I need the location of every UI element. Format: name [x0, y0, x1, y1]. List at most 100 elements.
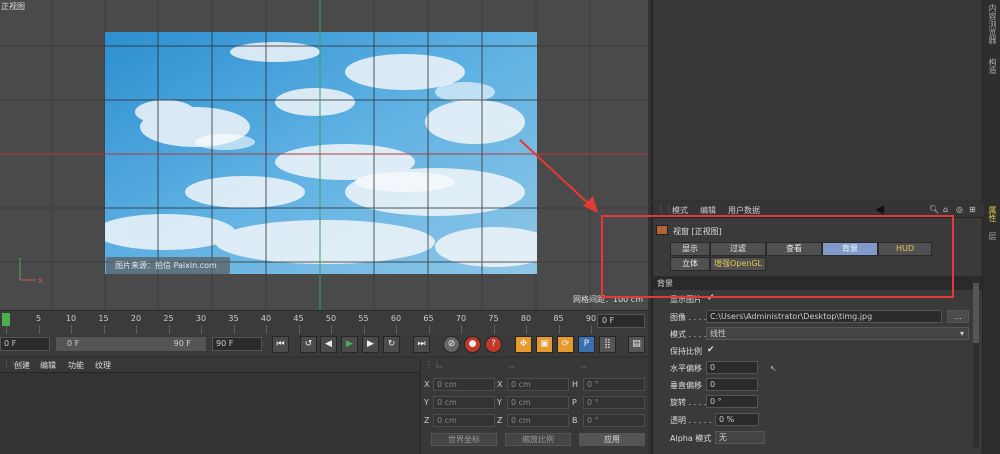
scale-key-button[interactable]: ▣	[536, 336, 553, 353]
record-active-button[interactable]: ●	[464, 336, 481, 353]
timeline-tick-label: 35	[228, 314, 239, 323]
menu-edit[interactable]: 编辑	[40, 360, 56, 371]
timeline-tick-label: 25	[163, 314, 174, 323]
timeline-tick	[331, 325, 332, 334]
timeline-tick	[168, 325, 170, 334]
pos-y-field[interactable]: 0 cm	[433, 396, 495, 409]
tab-view[interactable]: 查看	[766, 242, 822, 256]
viewport-grid-overlay	[0, 0, 648, 310]
scale-mode-dropdown[interactable]: 缩放比例	[505, 433, 571, 446]
alpha-mode-dropdown[interactable]: 无	[715, 431, 765, 444]
alpha-mode-label: Alpha 模式	[670, 434, 712, 443]
pos-z-label: Z	[424, 416, 430, 425]
timeline-ruler[interactable]: 051015202530354045505560657075808590	[0, 310, 648, 334]
coordinates-panel: ⋮⋮ -- -- -- X 0 cm X 0 cm H 0 ° Y 0 cm Y…	[420, 358, 648, 454]
next-key-icon: ↻	[387, 339, 396, 349]
param-key-button[interactable]: P	[578, 336, 595, 353]
scrollbar-thumb[interactable]	[973, 283, 979, 343]
object-manager[interactable]	[651, 0, 982, 200]
viewport-title[interactable]: 正视图	[1, 1, 25, 12]
prev-key-button[interactable]: ↺	[300, 336, 317, 353]
material-area[interactable]	[0, 373, 420, 454]
play-icon: ▶	[346, 339, 353, 349]
tab-structure[interactable]: 构造	[987, 58, 998, 74]
tab-hud[interactable]: HUD	[878, 242, 932, 256]
tab-content-browser[interactable]: 内容浏览器	[987, 4, 998, 44]
rot-p-field[interactable]: 0 °	[583, 396, 645, 409]
new-panel-icon[interactable]: ⊞	[969, 205, 976, 214]
search-icon[interactable]: 🔍︎	[929, 205, 939, 214]
rot-h-label: H	[572, 380, 579, 389]
tab-filter[interactable]: 过滤	[710, 242, 766, 256]
goto-end-button[interactable]: ⏭	[413, 336, 430, 353]
preview-range-slider[interactable]: 0 F 90 F	[56, 337, 206, 351]
rotate-key-button[interactable]: ⟳	[557, 336, 574, 353]
tab-stereo[interactable]: 立体	[670, 257, 710, 271]
next-frame-button[interactable]: ▶	[362, 336, 379, 353]
mode-dropdown[interactable]: 线性 ▾	[706, 327, 969, 340]
menu-create[interactable]: 创建	[14, 360, 30, 371]
tab-layers[interactable]: 层	[987, 232, 998, 240]
size-x-field[interactable]: 0 cm	[507, 378, 569, 391]
front-viewport[interactable]: 正视图 图片来源：拍信 Paixin.com 网格间距：100 cm Y X	[0, 0, 648, 310]
grip-icon: ⋮⋮	[657, 205, 673, 214]
filmstrip-button[interactable]: ▤	[628, 336, 645, 353]
range-end-label: 90 F	[173, 339, 191, 348]
size-y-field[interactable]: 0 cm	[507, 396, 569, 409]
prev-frame-button[interactable]: ◀	[320, 336, 337, 353]
h-offset-field[interactable]: 0	[706, 361, 758, 374]
goto-start-button[interactable]: ⏮	[272, 336, 289, 353]
current-frame-field[interactable]: 0 F	[597, 314, 645, 328]
transport-bar: 0 F 0 F 90 F 90 F ⏮ ↺ ◀ ▶ ▶ ↻ ⏭ ⊘ ● ? ✥ …	[0, 334, 648, 356]
next-frame-icon: ▶	[367, 339, 374, 349]
coord-mode-dropdown[interactable]: 世界坐标	[431, 433, 497, 446]
keep-ratio-checkbox[interactable]: ✔	[707, 345, 715, 355]
size-y-label: Y	[497, 398, 502, 407]
menu-user-data[interactable]: 用户数据	[728, 205, 760, 216]
max-frame-field[interactable]: 90 F	[212, 337, 262, 351]
pos-z-field[interactable]: 0 cm	[433, 414, 495, 427]
rot-h-field[interactable]: 0 °	[583, 378, 645, 391]
autokey-button[interactable]: ?	[485, 336, 502, 353]
menu-texture[interactable]: 纹理	[95, 360, 111, 371]
attributes-scrollbar[interactable]	[973, 277, 979, 447]
pla-key-button[interactable]: ⣿	[599, 336, 616, 353]
rotation-field[interactable]: 0 °	[706, 395, 758, 408]
move-key-button[interactable]: ✥	[515, 336, 532, 353]
browse-button[interactable]: ...	[947, 310, 969, 323]
tab-background[interactable]: 背景	[822, 242, 878, 256]
transparency-field[interactable]: 0 %	[715, 413, 759, 426]
timeline-tick-label: 70	[455, 314, 467, 323]
lock-icon[interactable]: ⌂	[943, 205, 948, 214]
target-icon[interactable]: ◎	[956, 205, 963, 214]
timeline-tick-label: 10	[65, 314, 77, 323]
show-image-checkbox[interactable]: ✔	[707, 293, 715, 303]
timeline-tick	[71, 325, 72, 334]
prev-key-icon: ↺	[304, 339, 313, 349]
move-icon: ✥	[519, 339, 528, 349]
tab-attributes[interactable]: 属性	[987, 206, 998, 222]
size-z-field[interactable]: 0 cm	[507, 414, 569, 427]
filmstrip-icon: ▤	[632, 339, 641, 349]
next-key-button[interactable]: ↻	[383, 336, 400, 353]
v-offset-field[interactable]: 0	[706, 378, 758, 391]
record-disabled-button[interactable]: ⊘	[443, 336, 460, 353]
menu-function[interactable]: 功能	[68, 360, 84, 371]
rot-b-label: B	[572, 416, 578, 425]
size-z-label: Z	[497, 416, 503, 425]
rot-b-field[interactable]: 0 °	[583, 414, 645, 427]
start-frame-field[interactable]: 0 F	[0, 337, 50, 351]
play-button[interactable]: ▶	[341, 336, 358, 353]
tab-enhanced-opengl[interactable]: 增强OpenGL	[710, 257, 766, 271]
pos-x-field[interactable]: 0 cm	[433, 378, 495, 391]
timeline-playhead[interactable]	[2, 313, 10, 326]
menu-attr-edit[interactable]: 编辑	[700, 205, 716, 216]
tab-display[interactable]: 显示	[670, 242, 710, 256]
timeline-tick	[266, 325, 267, 334]
image-path-field[interactable]: C:\Users\Administrator\Desktop\timg.jpg	[706, 310, 942, 323]
menu-mode[interactable]: 模式	[672, 205, 688, 216]
timeline-tick	[526, 325, 527, 334]
back-arrow-icon[interactable]: ◀	[875, 202, 884, 216]
apply-button[interactable]: 应用	[579, 433, 645, 446]
rotate-icon: ⟳	[561, 339, 570, 349]
